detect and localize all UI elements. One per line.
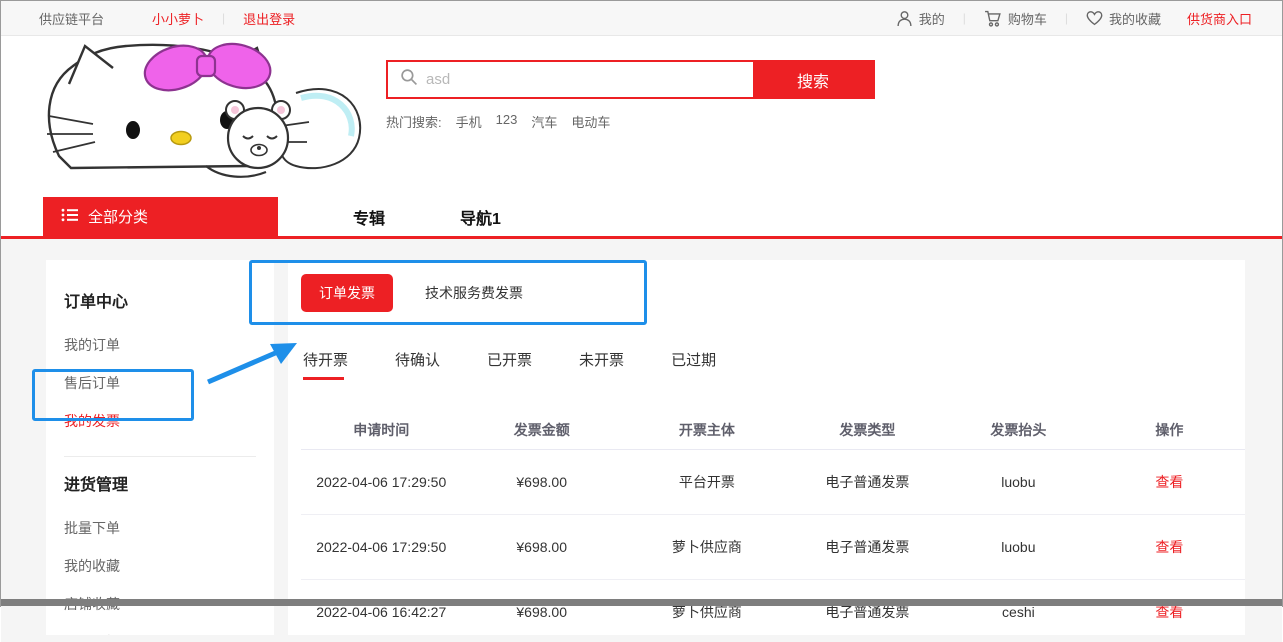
sidebar-item-api-purchase[interactable]: API采购 [64,623,256,635]
status-tab-expired[interactable]: 已过期 [671,349,716,380]
hot-keyword[interactable]: 123 [496,112,518,131]
my-account-link[interactable]: 我的 [896,9,945,28]
cell-issuer: 平台开票 [622,472,792,492]
cell-amount: ¥698.00 [461,474,621,490]
search-button[interactable]: 搜索 [753,62,873,97]
cell-apply-time: 2022-04-06 17:29:50 [301,474,461,490]
sidebar-section-purchase-mgmt: 进货管理 [64,471,256,495]
sidebar-item-aftersale-orders[interactable]: 售后订单 [64,364,256,402]
sidebar-item-my-orders[interactable]: 我的订单 [64,326,256,364]
sidebar: 订单中心 我的订单 售后订单 我的发票 进货管理 批量下单 我的收藏 店铺收藏 … [46,260,274,635]
divider: | [963,11,966,25]
cell-title: ceshi [943,604,1094,620]
sidebar-item-bulk-order[interactable]: 批量下单 [64,509,256,547]
view-link[interactable]: 查看 [1155,604,1183,620]
invoice-panel: 订单发票 技术服务费发票 待开票 待确认 已开票 未开票 已过期 申请时间 发票… [288,260,1245,635]
table-header-row: 申请时间 发票金额 开票主体 发票类型 发票抬头 操作 [301,410,1245,450]
cell-apply-time: 2022-04-06 17:29:50 [301,539,461,555]
cell-apply-time: 2022-04-06 16:42:27 [301,604,461,620]
invoice-type-tabs: 订单发票 技术服务费发票 [301,274,1245,312]
col-title: 发票抬头 [943,420,1094,440]
favorites-link[interactable]: 我的收藏 [1086,9,1161,28]
status-tab-issued[interactable]: 已开票 [487,349,532,380]
col-action: 操作 [1094,420,1245,440]
col-amount: 发票金额 [461,420,621,440]
table-row: 2022-04-06 17:29:50 ¥698.00 萝卜供应商 电子普通发票… [301,515,1245,580]
category-list-icon [61,208,78,226]
favorites-label: 我的收藏 [1109,9,1161,28]
site-header: 搜索 热门搜索: 手机 123 汽车 电动车 [1,36,1282,197]
tab-order-invoice[interactable]: 订单发票 [301,274,393,312]
cell-amount: ¥698.00 [461,539,621,555]
hot-search-label: 热门搜索: [386,112,442,131]
status-tab-not-issued[interactable]: 未开票 [579,349,624,380]
sidebar-item-my-invoices[interactable]: 我的发票 [64,402,256,440]
cart-link[interactable]: 购物车 [984,9,1047,28]
cart-label: 购物车 [1008,9,1047,28]
cart-icon [984,10,1002,27]
col-issuer: 开票主体 [622,420,792,440]
hot-keyword[interactable]: 手机 [456,112,482,131]
window-bottom-edge [1,599,1282,606]
main-nav: 全部分类 专辑 导航1 [1,197,1282,239]
search-input[interactable] [426,62,753,97]
all-categories-button[interactable]: 全部分类 [43,197,278,236]
cell-title: luobu [943,474,1094,490]
nav-item-nav1[interactable]: 导航1 [460,197,501,236]
search-box: 搜索 [386,60,875,99]
supplier-entry-link[interactable]: 供货商入口 [1187,9,1252,28]
view-link[interactable]: 查看 [1155,539,1183,555]
divider: | [1065,11,1068,25]
divider: | [222,11,225,25]
content-area: 订单中心 我的订单 售后订单 我的发票 进货管理 批量下单 我的收藏 店铺收藏 … [1,239,1282,642]
sidebar-section-order-center: 订单中心 [64,288,256,312]
cell-amount: ¥698.00 [461,604,621,620]
cell-type: 电子普通发票 [792,537,943,557]
cell-issuer: 萝卜供应商 [622,537,792,557]
platform-brand: 供应链平台 [39,9,104,28]
topbar: 供应链平台 小小萝卜 | 退出登录 我的 | 购物车 [1,1,1282,36]
username-link[interactable]: 小小萝卜 [152,9,204,28]
all-categories-label: 全部分类 [88,206,148,227]
hot-keyword[interactable]: 电动车 [571,112,610,131]
my-account-label: 我的 [919,9,945,28]
logout-link[interactable]: 退出登录 [243,9,295,28]
sidebar-item-my-favorites[interactable]: 我的收藏 [64,547,256,585]
cell-title: luobu [943,539,1094,555]
table-row: 2022-04-06 16:42:27 ¥698.00 萝卜供应商 电子普通发票… [301,580,1245,635]
table-row: 2022-04-06 17:29:50 ¥698.00 平台开票 电子普通发票 … [301,450,1245,515]
status-tab-to-confirm[interactable]: 待确认 [395,349,440,380]
col-type: 发票类型 [792,420,943,440]
tab-tech-service-fee-invoice[interactable]: 技术服务费发票 [407,274,541,312]
invoice-status-tabs: 待开票 待确认 已开票 未开票 已过期 [301,349,1245,380]
status-tab-pending[interactable]: 待开票 [303,349,348,380]
hot-keyword[interactable]: 汽车 [531,112,557,131]
cell-type: 电子普通发票 [792,472,943,492]
divider [64,456,256,457]
view-link[interactable]: 查看 [1155,474,1183,490]
search-icon [400,68,418,91]
nav-item-album[interactable]: 专辑 [353,197,385,236]
site-logo-cat[interactable] [41,38,367,188]
col-apply-time: 申请时间 [301,420,461,440]
user-icon [896,10,913,27]
hot-search: 热门搜索: 手机 123 汽车 电动车 [386,112,875,131]
heart-icon [1086,10,1103,26]
